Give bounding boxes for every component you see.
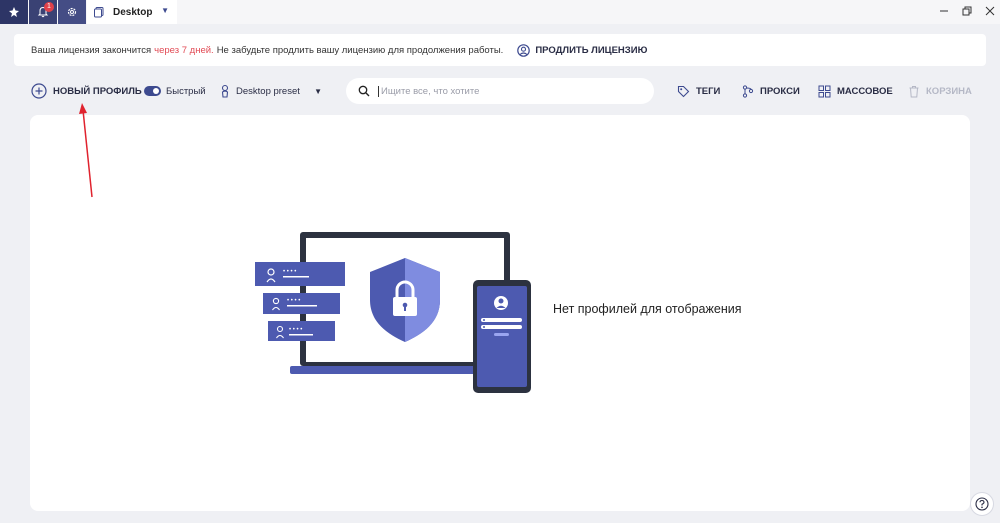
toggle-switch[interactable] (144, 86, 161, 96)
license-reminder-text: Не забудьте продлить вашу лицензию для п… (216, 44, 504, 56)
renew-license-button[interactable]: ПРОДЛИТЬ ЛИЦЕНЗИЮ (517, 43, 648, 57)
tag-icon (677, 85, 690, 97)
plus-circle-icon (31, 83, 47, 99)
tab-label: Desktop (113, 6, 153, 18)
annotation-arrow (79, 103, 93, 198)
title-bar: 1 Desktop ▼ (0, 0, 1000, 24)
chevron-down-icon[interactable]: ▼ (314, 87, 322, 96)
proxy-label: ПРОКСИ (760, 85, 800, 97)
trash-button[interactable]: КОРЗИНА (908, 76, 972, 106)
notifications-button[interactable]: 1 (29, 0, 57, 24)
empty-state-illustration: • • • • • • • • • • • • (255, 232, 531, 393)
quick-toggle[interactable]: Быстрый (144, 76, 206, 106)
preset-select[interactable]: Desktop preset ▼ (220, 76, 322, 106)
quick-label: Быстрый (166, 85, 206, 97)
trash-icon (909, 85, 919, 97)
user-circle-icon (517, 43, 531, 57)
license-banner: Ваша лицензия закончится через 7 дней. Н… (14, 34, 986, 66)
app-logo-icon[interactable] (0, 0, 28, 24)
tab-desktop[interactable]: Desktop ▼ (87, 0, 177, 24)
profiles-icon (94, 7, 104, 18)
license-text: Ваша лицензия закончится (31, 44, 152, 56)
maximize-button[interactable] (959, 3, 975, 19)
license-expiry-text: через 7 дней. (154, 44, 214, 56)
preset-label: Desktop preset (236, 85, 300, 97)
new-profile-label: НОВЫЙ ПРОФИЛЬ (53, 85, 142, 97)
help-button[interactable] (970, 492, 994, 516)
proxy-icon (742, 84, 754, 98)
search-bar[interactable] (346, 78, 654, 104)
grid-icon (818, 85, 831, 97)
restore-icon (962, 6, 972, 16)
tags-button[interactable]: ТЕГИ (677, 76, 720, 106)
search-input[interactable] (378, 85, 638, 97)
renew-license-label: ПРОДЛИТЬ ЛИЦЕНЗИЮ (535, 44, 648, 56)
settings-button[interactable] (58, 0, 86, 24)
svg-text:• • • •: • • • • (287, 298, 300, 304)
question-icon (975, 497, 989, 511)
minimize-icon (940, 10, 948, 12)
proxy-button[interactable]: ПРОКСИ (742, 76, 800, 106)
search-icon (358, 85, 370, 97)
profile-card-illustration: • • • • • • • • • • • • (255, 262, 345, 341)
fingerprint-icon (221, 84, 229, 98)
toolbar: НОВЫЙ ПРОФИЛЬ Быстрый Desktop preset ▼ Т… (0, 76, 1000, 106)
tags-label: ТЕГИ (696, 85, 721, 97)
svg-text:• • • •: • • • • (289, 327, 302, 333)
bulk-label: МАССОВОЕ (837, 85, 893, 97)
notification-badge: 1 (44, 2, 54, 12)
trash-label: КОРЗИНА (926, 85, 972, 97)
bulk-button[interactable]: МАССОВОЕ (818, 76, 893, 106)
chevron-down-icon[interactable]: ▼ (161, 6, 169, 15)
gear-icon (67, 7, 77, 17)
close-icon (985, 6, 995, 16)
empty-state-message: Нет профилей для отображения (553, 302, 742, 316)
close-button[interactable] (982, 3, 998, 19)
svg-text:• • • •: • • • • (283, 269, 296, 275)
minimize-button[interactable] (936, 3, 952, 19)
